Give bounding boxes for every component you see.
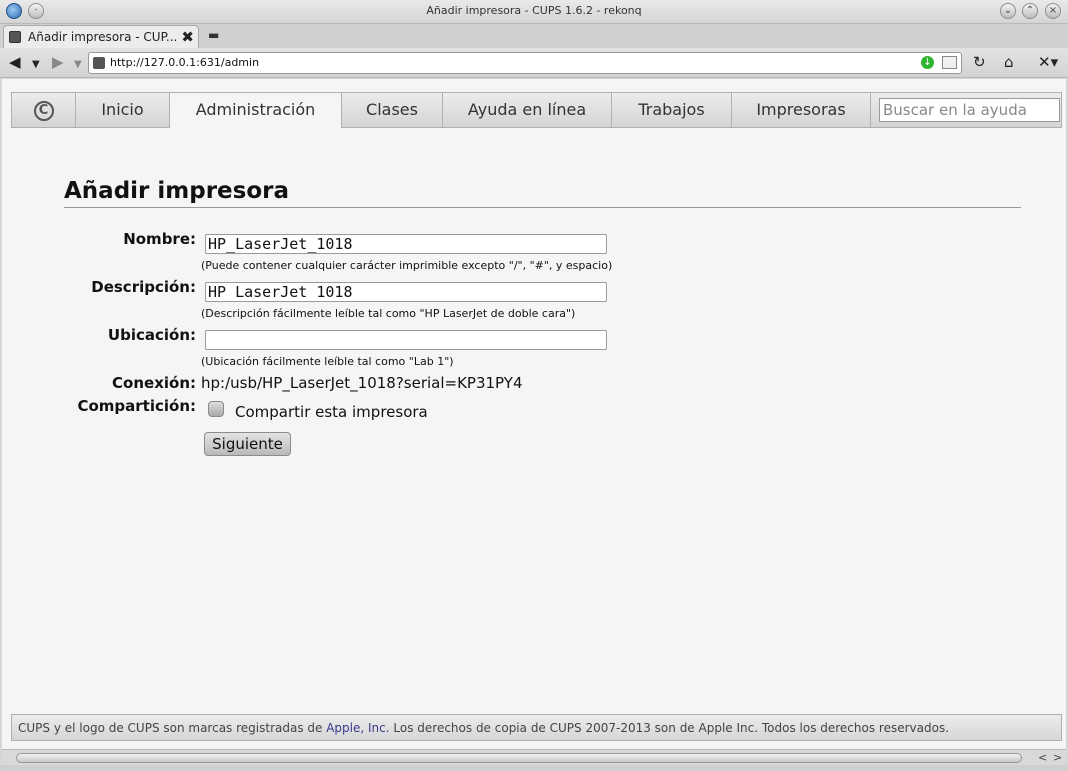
address-bar[interactable]: http://127.0.0.1:631/admin ↓	[88, 52, 962, 74]
scroll-left-arrow-icon[interactable]: <	[1038, 750, 1047, 766]
footer-text-after: Los derechos de copia de CUPS 2007-2013 …	[389, 721, 950, 735]
apple-link[interactable]: Apple, Inc.	[326, 721, 389, 735]
window-title: Añadir impresora - CUPS 1.6.2 - rekonq	[426, 4, 642, 17]
tab-bar: Añadir impresora - CUP... ✖ ▬	[0, 24, 1068, 48]
nombre-label: Nombre:	[123, 230, 196, 248]
window-titlebar: · Añadir impresora - CUPS 1.6.2 - rekonq…	[0, 0, 1068, 24]
download-icon[interactable]: ↓	[921, 56, 934, 69]
descripcion-input[interactable]: HP LaserJet 1018	[205, 282, 607, 302]
url-text[interactable]: http://127.0.0.1:631/admin	[110, 56, 259, 69]
cups-favicon-icon	[9, 31, 21, 43]
siguiente-button[interactable]: Siguiente	[204, 432, 291, 456]
horizontal-scrollbar[interactable]: < >	[2, 749, 1066, 765]
tab-trabajos[interactable]: Trabajos	[612, 93, 732, 127]
forward-arrow-icon[interactable]: ▶	[52, 54, 64, 70]
descripcion-hint: (Descripción fácilmente leíble tal como …	[201, 307, 576, 320]
close-tab-icon[interactable]: ✖	[181, 28, 194, 46]
tab-impresoras[interactable]: Impresoras	[732, 93, 871, 127]
tab-inicio[interactable]: Inicio	[76, 93, 170, 127]
scrollbar-thumb[interactable]	[16, 753, 1022, 763]
nombre-hint: (Puede contener cualquier carácter impri…	[201, 259, 613, 272]
scroll-right-arrow-icon[interactable]: >	[1053, 750, 1062, 766]
cups-navigation: C Inicio Administración Clases Ayuda en …	[11, 92, 1062, 128]
conexion-value: hp:/usb/HP_LaserJet_1018?serial=KP31PY4	[201, 374, 523, 392]
ubicacion-input[interactable]	[205, 330, 607, 350]
ubicacion-label: Ubicación:	[107, 326, 196, 344]
close-window-button[interactable]: ×	[1045, 3, 1061, 19]
page-title: Añadir impresora	[64, 178, 290, 204]
tab-clases[interactable]: Clases	[342, 93, 443, 127]
tab-label: Añadir impresora - CUP...	[28, 30, 178, 44]
new-tab-icon[interactable]: ▬	[208, 28, 219, 42]
navigation-toolbar: ◀ ▼ ▶ ▼ http://127.0.0.1:631/admin ↓ ↻ ⌂…	[0, 48, 1068, 78]
forward-history-chevron-icon[interactable]: ▼	[74, 57, 82, 73]
site-favicon-icon	[93, 57, 105, 69]
descripcion-label: Descripción:	[91, 278, 196, 296]
reader-mode-icon[interactable]	[942, 56, 957, 69]
browser-tab[interactable]: Añadir impresora - CUP... ✖	[3, 25, 199, 48]
back-history-chevron-icon[interactable]: ▼	[32, 57, 40, 73]
status-strip	[0, 765, 1068, 771]
home-icon[interactable]: ⌂	[1004, 54, 1014, 70]
maximize-button[interactable]: ⌃	[1022, 3, 1038, 19]
help-search-input[interactable]: Buscar en la ayuda	[879, 98, 1060, 122]
reload-icon[interactable]: ↻	[973, 54, 986, 70]
back-arrow-icon[interactable]: ◀	[9, 54, 21, 70]
comparticion-label: Compartición:	[77, 397, 196, 415]
tab-administracion[interactable]: Administración	[170, 93, 342, 128]
minimize-button[interactable]: ⌄	[1000, 3, 1016, 19]
page-viewport: C Inicio Administración Clases Ayuda en …	[2, 79, 1066, 749]
nombre-input[interactable]: HP_LaserJet_1018	[205, 234, 607, 254]
share-printer-label[interactable]: Compartir esta impresora	[235, 403, 428, 421]
ubicacion-hint: (Ubicación fácilmente leíble tal como "L…	[201, 355, 454, 368]
tab-ayuda-en-linea[interactable]: Ayuda en línea	[443, 93, 612, 127]
tools-menu-icon[interactable]: ✕▾	[1038, 54, 1058, 70]
conexion-label: Conexión:	[112, 374, 196, 392]
title-divider	[64, 207, 1021, 208]
cups-logo-icon[interactable]: C	[12, 93, 76, 127]
page-footer: CUPS y el logo de CUPS son marcas regist…	[11, 714, 1062, 741]
share-printer-checkbox[interactable]	[208, 401, 224, 417]
footer-text-before: CUPS y el logo de CUPS son marcas regist…	[18, 721, 327, 735]
